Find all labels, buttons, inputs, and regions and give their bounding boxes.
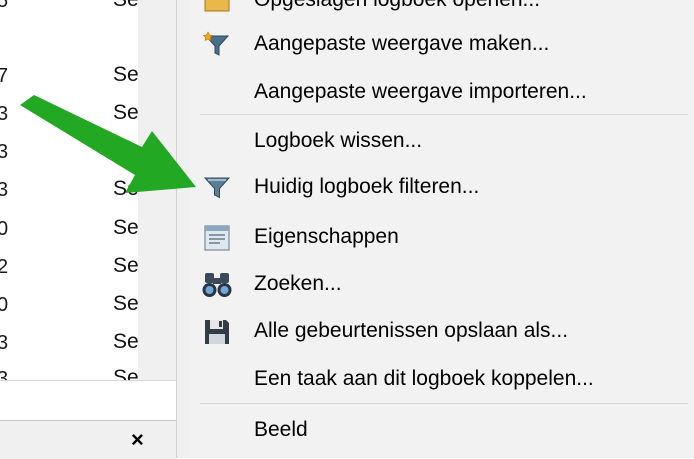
menu-item-open-saved-log[interactable]: Opgeslagen logboek openen... [190,0,694,22]
event-list-pane: 5 Se 7 Se 3 Se 3 Se 3 Se 0 Se 2 Se 0 Se [0,0,176,459]
menu-item-find[interactable]: Zoeken... [190,262,694,306]
menu-item-import-custom-view[interactable]: Aangepaste weergave importeren... [190,70,694,114]
row-edge-text: 5 [0,0,9,12]
table-row[interactable]: 0 Se [0,284,139,322]
menu-item-label: Beeld [254,418,308,441]
row-edge-text: 3 [0,141,9,163]
row-edge-text: 3 [0,332,9,354]
menu-item-label: Alle gebeurtenissen opslaan als... [254,319,569,342]
menu-item-label: Aangepaste weergave importeren... [254,80,587,103]
horizontal-scrollbar[interactable] [0,380,176,419]
menu-item-label: Opgeslagen logboek openen... [254,0,540,12]
row-source-cell: Se [113,254,139,277]
properties-icon [200,221,234,255]
table-row[interactable]: 2 Se [0,246,139,284]
row-source-cell: Se [113,216,139,239]
table-row[interactable]: 3 Se [0,358,138,380]
row-edge-text: 3 [0,368,9,380]
binoculars-icon [200,268,234,302]
row-source-cell: Se [113,292,139,315]
menu-item-label: Huidig logboek filteren... [254,175,480,198]
menu-item-attach-task[interactable]: Een taak aan dit logboek koppelen... [190,357,694,401]
floppy-disk-icon [200,315,234,349]
bottom-panel-header: × [0,420,176,459]
row-edge-text: 7 [0,65,9,87]
menu-item-label: Logboek wissen... [254,129,423,152]
row-edge-text: 0 [0,294,9,316]
menu-item-properties[interactable]: Eigenschappen [190,215,694,259]
table-row[interactable]: 0 Se [0,208,139,246]
row-edge-text: 3 [0,103,9,125]
menu-item-label: Aangepaste weergave maken... [254,32,550,55]
table-row[interactable]: 5 Se [0,0,139,38]
menu-item-save-all-events[interactable]: Alle gebeurtenissen opslaan als... [190,309,694,353]
table-row[interactable]: 3 Se [0,322,139,360]
row-source-cell: Se [113,330,139,353]
filter-star-icon [200,28,234,62]
green-arrow-icon [20,95,196,193]
row-source-cell: Se [113,366,138,380]
row-source-cell: Se [113,63,139,86]
menu-item-label: Eigenschappen [254,225,399,248]
close-icon[interactable]: × [131,429,144,451]
row-source-cell: Se [113,0,139,12]
context-menu: Opgeslagen logboek openen... Aangepaste … [190,0,694,458]
menu-item-clear-log[interactable]: Logboek wissen... [190,119,694,163]
folder-icon [200,0,234,18]
menu-separator [200,114,688,115]
table-row[interactable]: 7 Se [0,55,139,93]
row-edge-text: 2 [0,256,9,278]
menu-item-view[interactable]: Beeld [190,408,694,452]
row-edge-text: 3 [0,179,9,201]
menu-separator [200,403,688,404]
menu-item-label: Zoeken... [254,272,342,295]
menu-item-label: Een taak aan dit logboek koppelen... [254,367,594,390]
row-edge-text: 0 [0,218,9,240]
menu-item-filter-current-log[interactable]: Huidig logboek filteren... [190,165,694,209]
menu-item-create-custom-view[interactable]: Aangepaste weergave maken... [190,22,694,66]
